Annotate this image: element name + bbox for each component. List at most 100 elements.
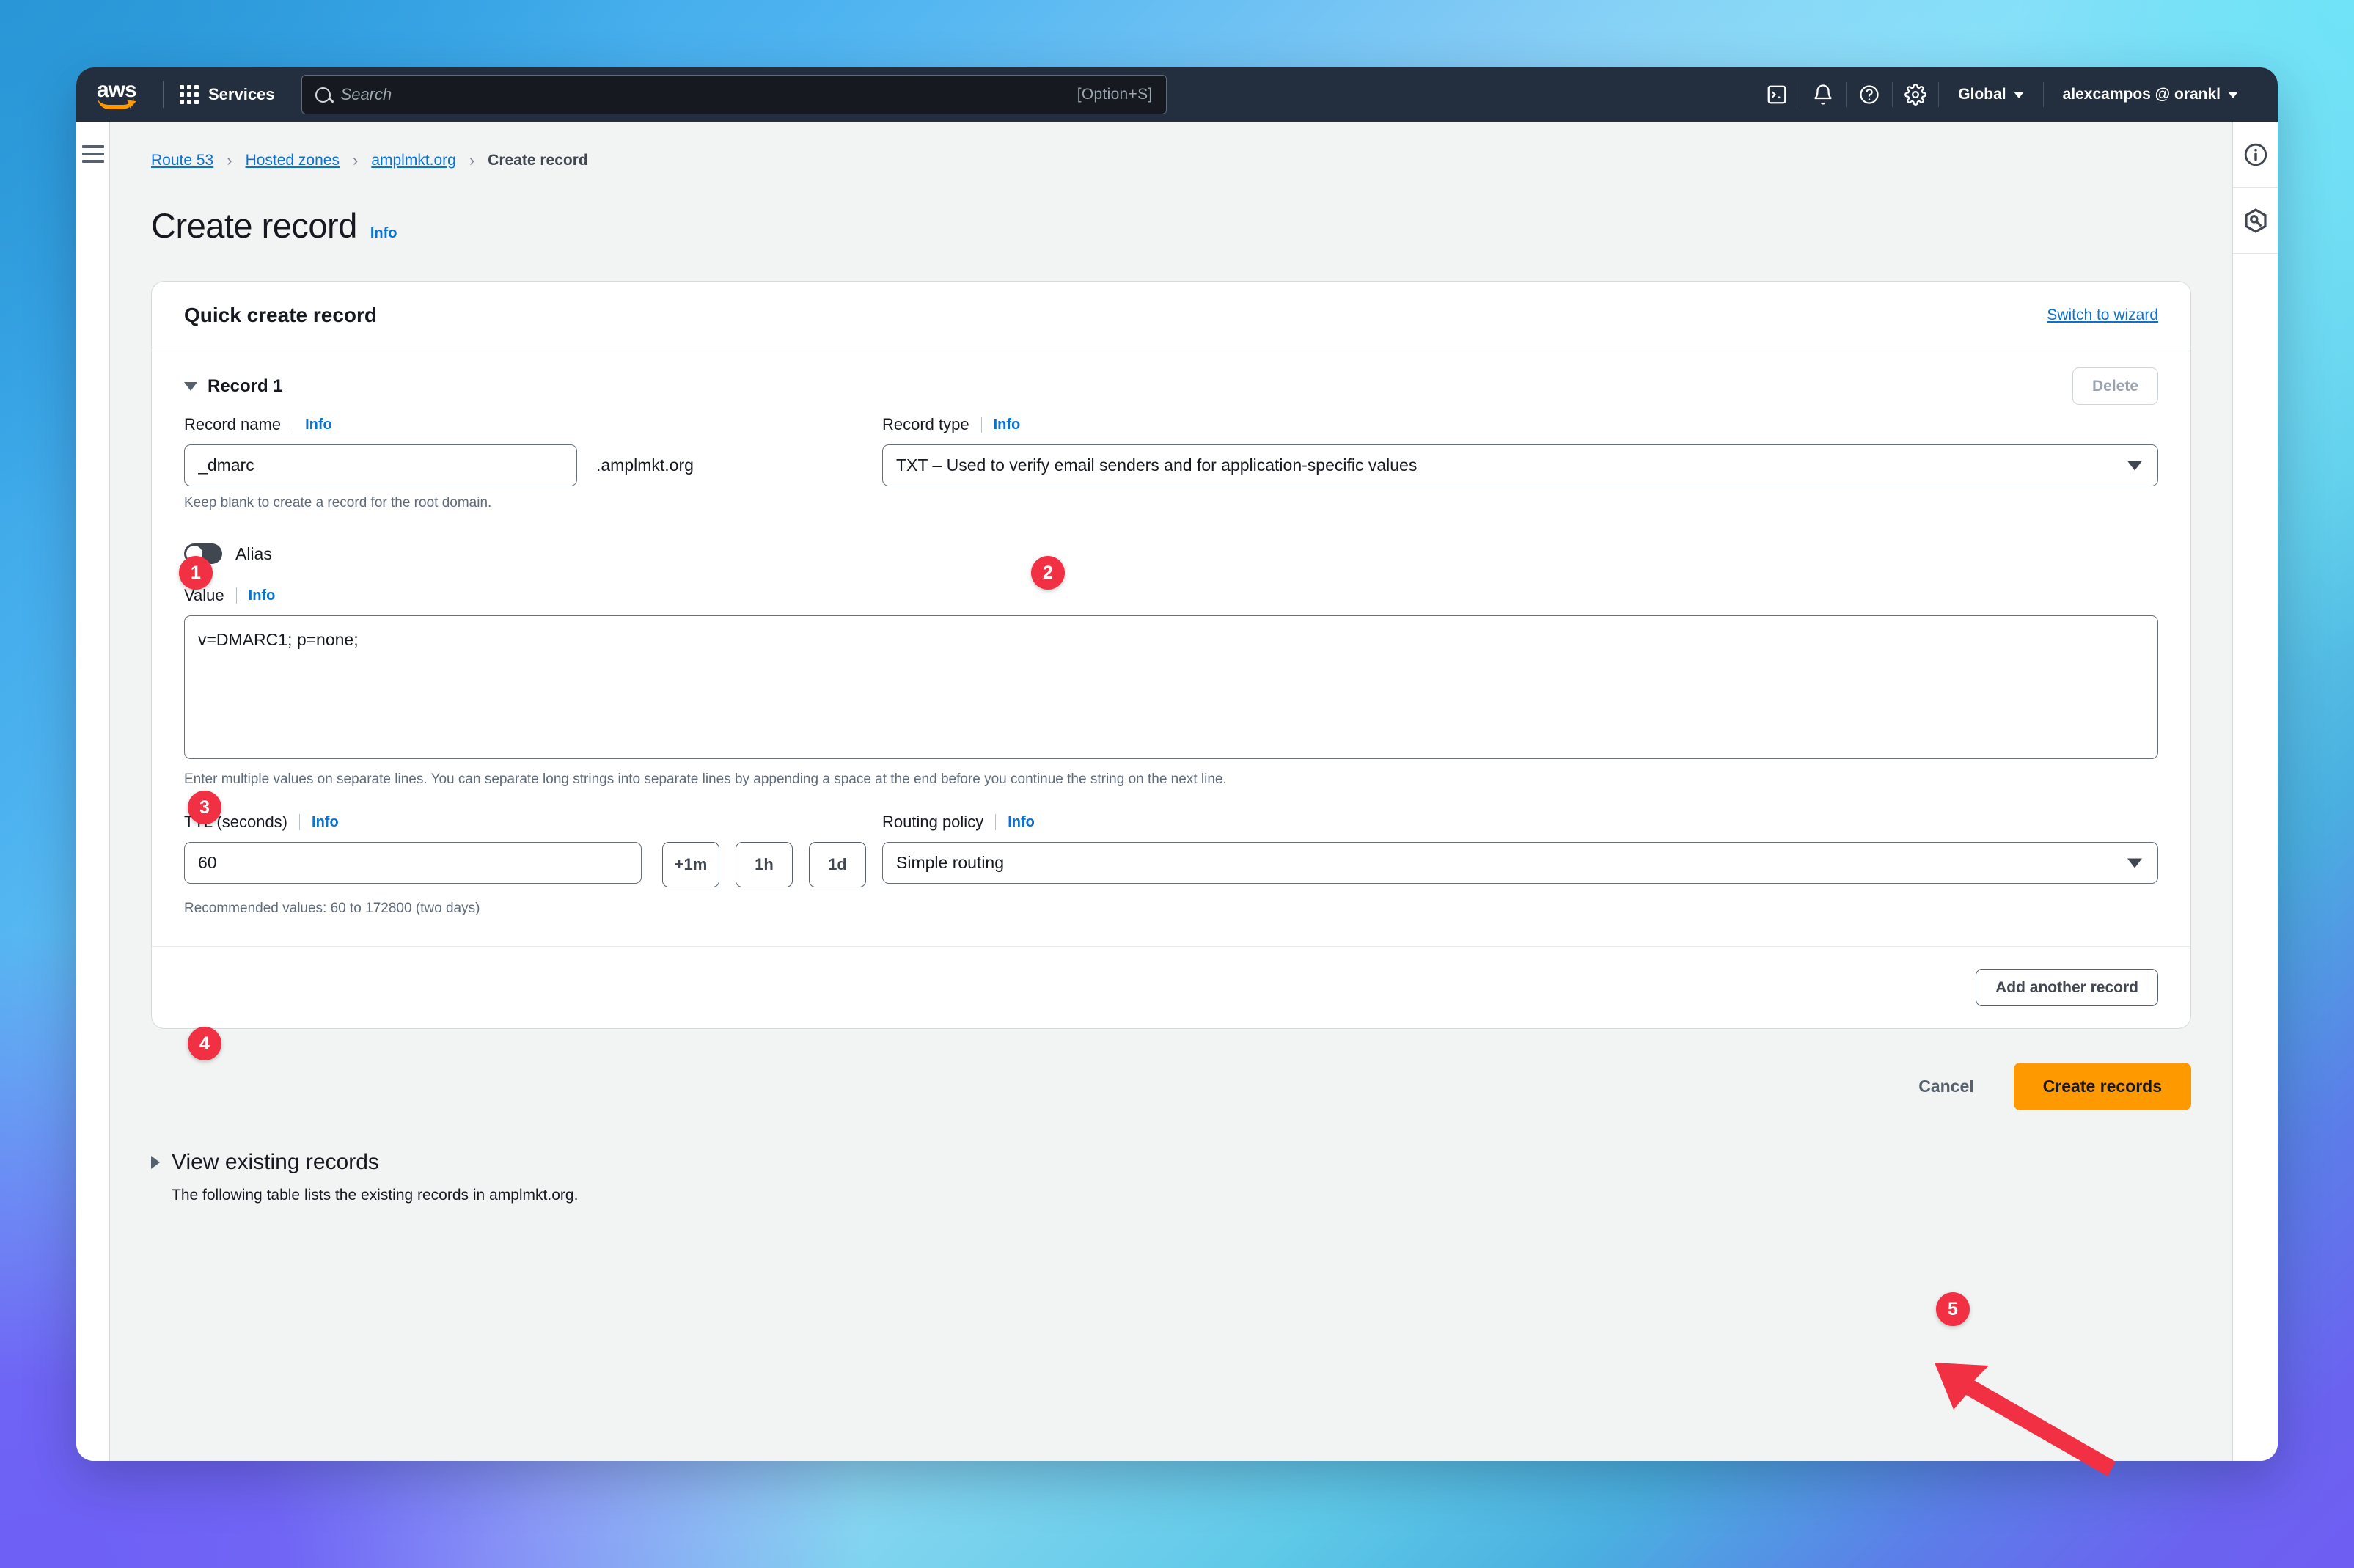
add-another-record-button[interactable]: Add another record [1976,969,2158,1006]
triangle-down-icon [184,382,197,391]
breadcrumb-item-current: Create record [488,152,588,169]
cloudshell-icon[interactable] [1754,67,1800,122]
main-content: Route 53 › Hosted zones › amplmkt.org › … [110,122,2232,1461]
record-name-label: Record name [184,415,281,434]
label-separator [981,417,982,433]
account-label: alexcampos @ orankl [2063,86,2221,103]
value-info-link[interactable]: Info [249,587,276,604]
routing-policy-select-wrap [882,842,2158,884]
record-name-field-group: Record name Info .amplmkt.org Keep blank… [184,415,844,511]
page-actions: Cancel Create records [151,1063,2191,1110]
view-existing-records-title: View existing records [172,1150,379,1175]
breadcrumb-separator: › [353,151,358,170]
value-textarea[interactable] [184,615,2158,759]
codeguru-hexagon-icon[interactable] [2233,188,2278,254]
breadcrumb-separator: › [227,151,232,170]
view-existing-records-toggle[interactable]: View existing records [151,1150,2191,1175]
quick-create-record-card: Quick create record Switch to wizard Rec… [151,281,2191,1029]
global-search-input[interactable]: Search [Option+S] [301,75,1167,114]
record-header: Record 1 Delete [184,367,2158,415]
name-and-type-row: Record name Info .amplmkt.org Keep blank… [184,415,2158,519]
routing-policy-label-row: Routing policy Info [882,813,2158,832]
routing-policy-label: Routing policy [882,813,983,832]
routing-policy-select[interactable] [882,842,2158,884]
ttl-input-wrap [184,842,642,884]
notifications-bell-icon[interactable] [1800,67,1846,122]
aws-logo[interactable]: aws [92,78,145,111]
annotation-badge-2: 2 [1031,556,1065,590]
triangle-right-icon [151,1156,160,1169]
record-type-info-link[interactable]: Info [994,417,1021,433]
record-collapse-toggle[interactable]: Record 1 [184,376,283,397]
page-header: Create record Info [151,205,2191,246]
ttl-preset-1d[interactable]: 1d [809,842,866,887]
label-separator [299,814,300,830]
chevron-down-icon [2014,92,2024,98]
hamburger-menu-icon[interactable] [82,145,104,1461]
services-menu-button[interactable]: Services [177,81,278,109]
ttl-hint: Recommended values: 60 to 172800 (two da… [184,901,844,917]
zone-suffix-label: .amplmkt.org [596,455,694,475]
breadcrumb: Route 53 › Hosted zones › amplmkt.org › … [151,151,2191,170]
card-header: Quick create record Switch to wizard [152,282,2190,348]
account-menu[interactable]: alexcampos @ orankl [2044,67,2257,122]
ttl-info-link[interactable]: Info [312,814,339,831]
ttl-preset-buttons: +1m 1h 1d [662,842,866,887]
ttl-input-row: +1m 1h 1d [184,842,844,892]
page-info-link[interactable]: Info [370,225,397,242]
view-existing-records-subtitle: The following table lists the existing r… [172,1187,2191,1204]
ttl-and-routing-row: TTL (seconds) Info +1m 1h [184,813,2158,924]
card-title: Quick create record [184,304,377,327]
info-circle-icon[interactable] [2233,122,2278,188]
ttl-preset-plus-1m[interactable]: +1m [662,842,719,887]
record-title-label: Record 1 [208,376,283,397]
record-type-select[interactable] [882,444,2158,486]
record-1-block: Record 1 Delete Record name Info [152,348,2190,924]
region-selector[interactable]: Global [1939,67,2042,122]
switch-to-wizard-link[interactable]: Switch to wizard [2047,307,2158,324]
search-icon [315,87,331,103]
record-name-hint: Keep blank to create a record for the ro… [184,495,844,511]
search-shortcut-hint: [Option+S] [1077,86,1153,103]
right-rail [2232,122,2278,1461]
ttl-preset-1h[interactable]: 1h [736,842,793,887]
nav-divider [163,81,164,108]
settings-gear-icon[interactable] [1893,67,1938,122]
alias-toggle-row: Alias [184,543,2158,564]
breadcrumb-separator: › [469,151,474,170]
browser-window: aws Services Search [Option+S] [76,67,2278,1461]
annotation-badge-4: 4 [188,1027,221,1060]
card-footer: Add another record [152,946,2190,1028]
app-body: Route 53 › Hosted zones › amplmkt.org › … [76,122,2278,1461]
breadcrumb-item-zone[interactable]: amplmkt.org [371,152,456,169]
nav-right-group: Global alexcampos @ orankl [1754,67,2278,122]
record-type-field-group: Record type Info [882,415,2158,511]
cancel-button[interactable]: Cancel [1905,1066,1987,1107]
delete-record-button[interactable]: Delete [2072,367,2158,405]
alias-label: Alias [235,544,272,564]
value-field-group: Value Info Enter multiple values on sepa… [184,586,2158,788]
ttl-label-row: TTL (seconds) Info [184,813,844,832]
region-label: Global [1958,86,2006,103]
ttl-input[interactable] [184,842,642,884]
chevron-down-icon [2228,92,2238,98]
create-records-button[interactable]: Create records [2014,1063,2191,1110]
record-name-input-row: .amplmkt.org [184,444,844,486]
label-separator [236,587,237,604]
record-name-info-link[interactable]: Info [305,417,332,433]
left-rail [76,122,110,1461]
help-question-icon[interactable] [1847,67,1892,122]
value-hint: Enter multiple values on separate lines.… [184,772,2158,788]
record-name-input[interactable] [184,444,577,486]
services-label: Services [208,85,275,104]
grid-menu-icon [180,85,199,104]
breadcrumb-item-route53[interactable]: Route 53 [151,152,213,169]
breadcrumb-item-hosted-zones[interactable]: Hosted zones [246,152,340,169]
aws-top-navigation: aws Services Search [Option+S] [76,67,2278,122]
record-name-label-row: Record name Info [184,415,844,434]
routing-policy-info-link[interactable]: Info [1008,814,1035,831]
record-type-label-row: Record type Info [882,415,2158,434]
page-title: Create record [151,205,357,246]
label-separator [995,814,996,830]
aws-smile-icon [98,98,134,109]
